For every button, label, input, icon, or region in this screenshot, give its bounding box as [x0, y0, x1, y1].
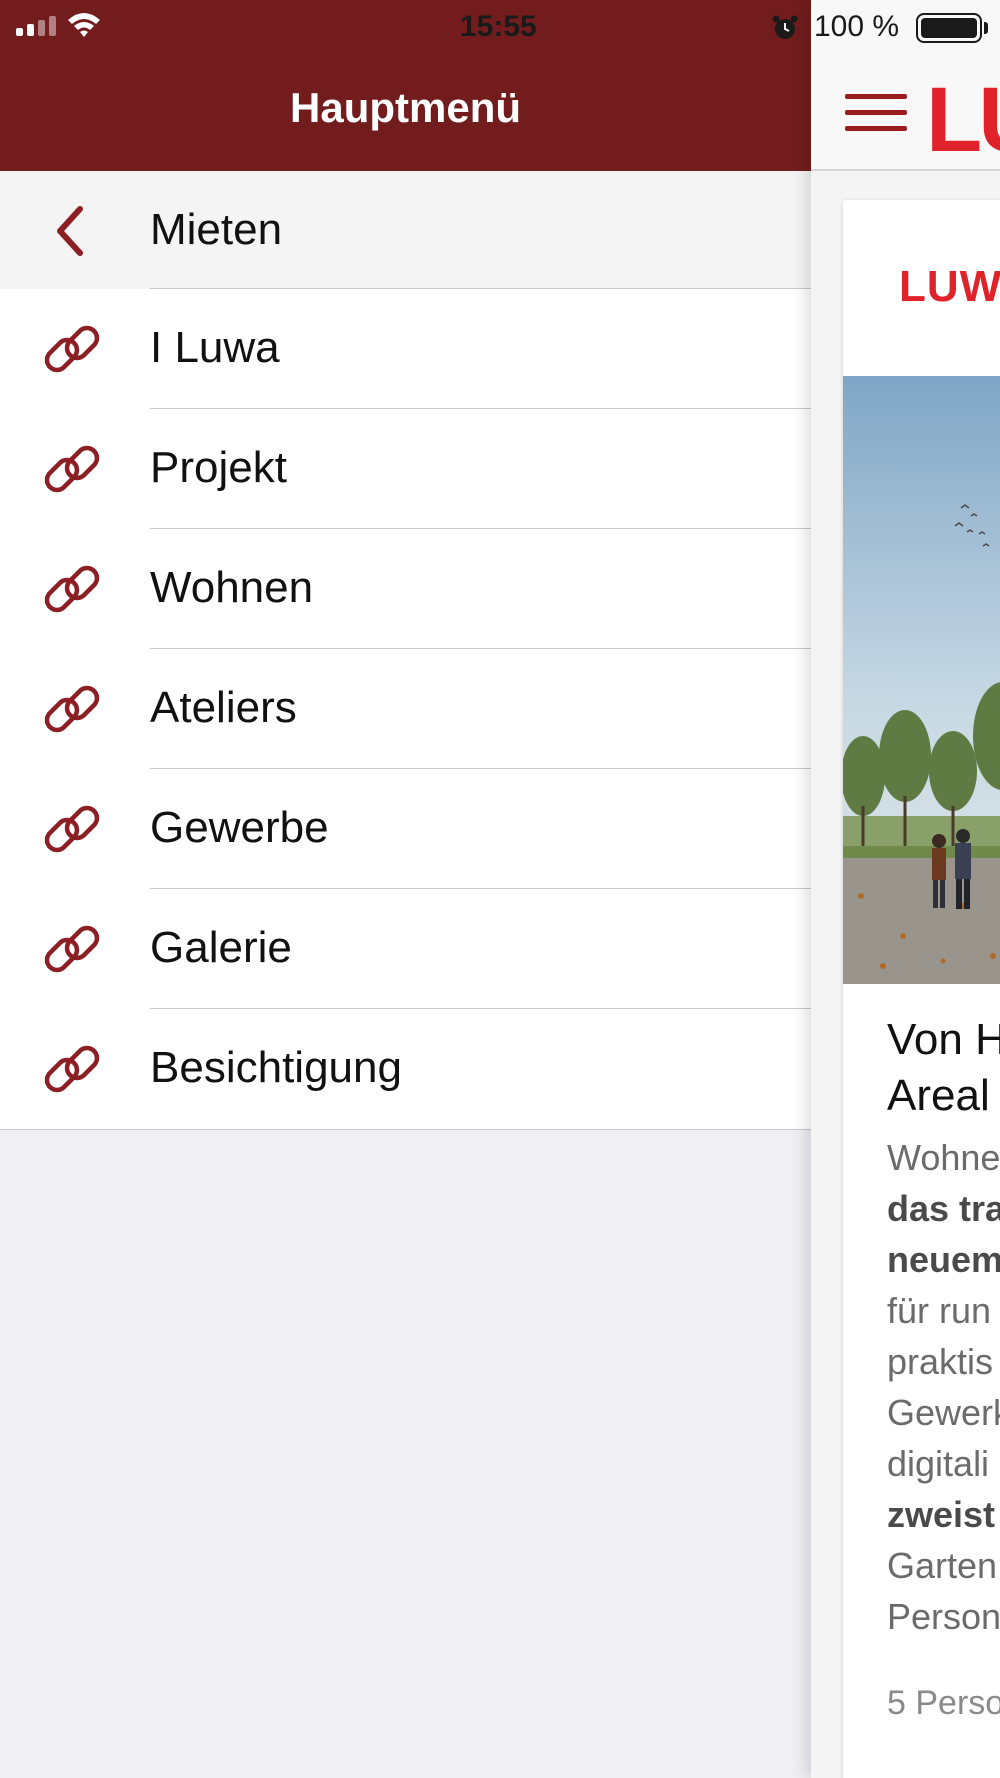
menu-item-label: Gewerbe [150, 803, 329, 852]
app-content-panel[interactable]: LU LUWA [811, 0, 1000, 1778]
card-title: Von H Areal [887, 1012, 1000, 1124]
status-time: 15:55 [460, 10, 537, 43]
card-text-line: Garten [887, 1545, 998, 1586]
cellular-signal-icon [16, 16, 56, 36]
menu-item-besichtigung[interactable]: Besichtigung [0, 1009, 811, 1129]
card-text-line: praktis [887, 1341, 994, 1382]
menu-back-label: Mieten [150, 205, 283, 254]
link-icon [40, 797, 104, 861]
main-menu-panel: Hauptmenü Mieten I Luwa Projekt Wohnen A… [0, 0, 811, 1778]
menu-item-i-luwa[interactable]: I Luwa [0, 289, 811, 409]
card-footer: 5 Perso [887, 1684, 1000, 1722]
card-text-line: digitali [887, 1443, 990, 1484]
card-text-line: das tra [887, 1188, 1000, 1229]
battery-icon [916, 13, 982, 43]
hamburger-menu-icon[interactable] [845, 94, 907, 142]
card-text-line: für run [887, 1290, 992, 1331]
card-text-line: Person [887, 1596, 1000, 1637]
menu-item-label: Wohnen [150, 563, 314, 612]
battery-percentage: 100 % [814, 10, 900, 43]
landscape-rendering-image [843, 376, 1000, 984]
alarm-clock-icon [772, 15, 798, 39]
menu-item-projekt[interactable]: Projekt [0, 409, 811, 529]
link-icon [40, 317, 104, 381]
menu-list: Mieten I Luwa Projekt Wohnen Ateliers Ge… [0, 171, 811, 1130]
card-title-line: Von H [887, 1015, 1000, 1064]
link-icon [40, 677, 104, 741]
card-text-line: Wohne [887, 1137, 1000, 1178]
menu-title: Hauptmenü [290, 84, 521, 131]
battery-tip [984, 22, 988, 34]
menu-item-wohnen[interactable]: Wohnen [0, 529, 811, 649]
menu-item-label: Projekt [150, 443, 287, 492]
menu-item-label: Ateliers [150, 683, 297, 732]
card-text: Wohne das tra neuem für run praktis Gewe… [887, 1132, 1000, 1642]
link-icon [40, 1037, 104, 1101]
card-text-line: zweist [887, 1494, 996, 1535]
menu-item-galerie[interactable]: Galerie [0, 889, 811, 1009]
chevron-left-icon [57, 206, 83, 256]
menu-item-label: Besichtigung [150, 1043, 402, 1092]
status-bar: 15:55 100 % [0, 0, 1000, 54]
link-icon [40, 437, 104, 501]
brand-logo: LU [926, 69, 1000, 171]
menu-item-label: I Luwa [150, 323, 280, 372]
menu-back-item[interactable]: Mieten [0, 171, 811, 289]
link-icon [40, 917, 104, 981]
card-title-line: Areal [887, 1071, 990, 1120]
wifi-icon [68, 13, 100, 37]
menu-item-label: Galerie [150, 923, 292, 972]
card-image [843, 376, 1000, 984]
link-icon [40, 557, 104, 621]
card-text-line: Gewerk [887, 1392, 1000, 1433]
menu-item-gewerbe[interactable]: Gewerbe [0, 769, 811, 889]
card-text-line: neuem [887, 1239, 1000, 1280]
menu-item-ateliers[interactable]: Ateliers [0, 649, 811, 769]
news-card[interactable]: LUWA [843, 200, 1000, 1778]
card-brand-logo: LUWA [899, 262, 1000, 311]
